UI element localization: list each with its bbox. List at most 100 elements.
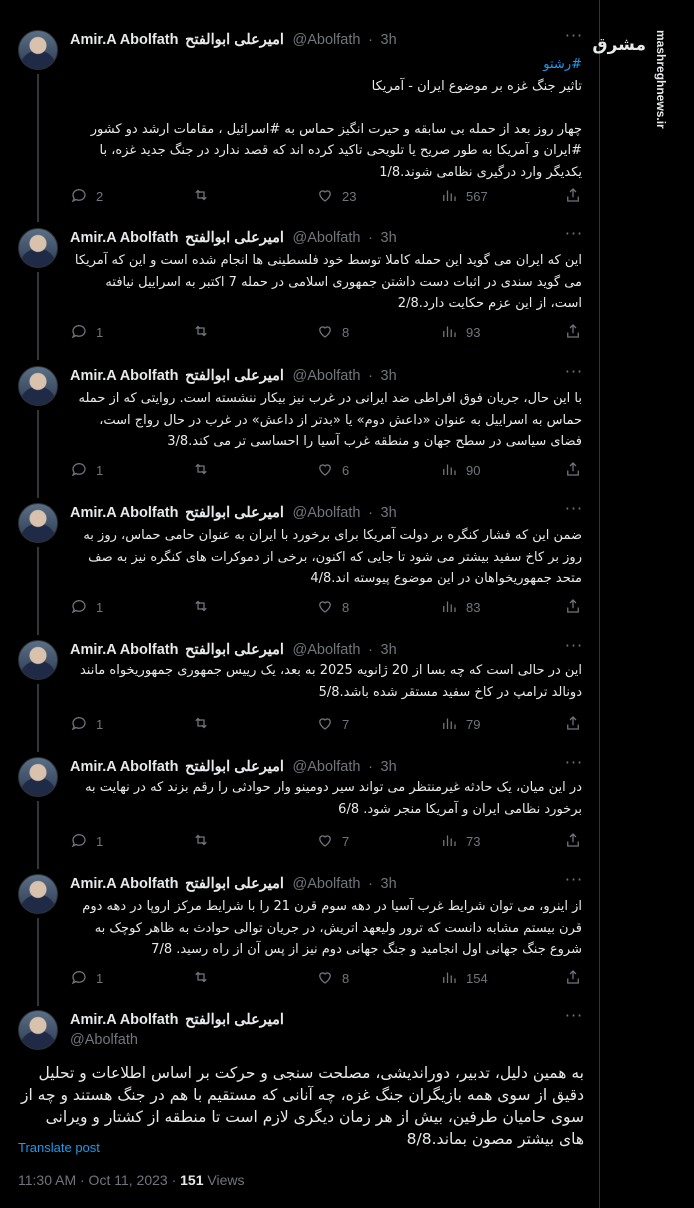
author-handle[interactable]: @Abolfath [293,505,361,521]
avatar[interactable] [18,874,58,914]
author-name[interactable]: Amir.A Abolfath [70,642,178,658]
author-name[interactable]: Amir.A Abolfath [70,876,178,892]
tweet-time[interactable]: 3h [381,368,397,384]
retweet-button[interactable] [192,968,218,988]
more-icon[interactable]: ··· [564,1008,584,1030]
share-button[interactable] [564,597,582,617]
tweet-time[interactable]: 3h [381,642,397,658]
like-button[interactable]: 23 [316,186,356,206]
author-name[interactable]: Amir.A Abolfath [70,230,178,246]
more-icon[interactable]: ··· [564,226,584,248]
like-button[interactable]: 8 [316,322,349,342]
like-button[interactable]: 7 [316,831,349,851]
author-handle[interactable]: @Abolfath [293,230,361,246]
share-button[interactable] [564,322,582,342]
share-button[interactable] [564,968,582,988]
author-handle[interactable]: @Abolfath [70,1032,138,1048]
views-button[interactable]: 79 [440,714,480,734]
tweet-header: Amir.A Abolfath امیرعلی ابوالفتح @Abolfa… [70,228,590,248]
author-name-fa[interactable]: امیرعلی ابوالفتح [185,230,284,246]
avatar[interactable] [18,366,58,406]
author-handle[interactable]: @Abolfath [293,876,361,892]
reply-button[interactable]: 1 [70,714,103,734]
reply-button[interactable]: 2 [70,186,103,206]
author-name-fa[interactable]: امیرعلی ابوالفتح [185,32,284,48]
author-name-fa[interactable]: امیرعلی ابوالفتح [185,1012,284,1028]
avatar[interactable] [18,228,58,268]
retweet-button[interactable] [192,597,218,617]
more-icon[interactable]: ··· [564,872,584,894]
retweet-button[interactable] [192,831,218,851]
author-name-fa[interactable]: امیرعلی ابوالفتح [185,876,284,892]
views-button[interactable]: 93 [440,322,480,342]
reply-icon [70,597,88,618]
hashtag-link[interactable]: #رشتو [70,54,582,76]
translate-link[interactable]: Translate post [18,1140,100,1155]
avatar[interactable] [18,30,58,70]
author-name[interactable]: Amir.A Abolfath [70,759,178,775]
retweet-button[interactable] [192,714,218,734]
views-label: Views [203,1172,245,1188]
more-icon[interactable]: ··· [564,638,584,660]
reply-button[interactable]: 1 [70,597,103,617]
author-name-fa[interactable]: امیرعلی ابوالفتح [185,759,284,775]
tweet-time[interactable]: 3h [381,505,397,521]
retweet-button[interactable] [192,186,218,206]
retweet-button[interactable] [192,460,218,480]
views-button[interactable]: 567 [440,186,488,206]
author-name[interactable]: Amir.A Abolfath [70,32,178,48]
tweet-time[interactable]: 3h [381,759,397,775]
tweet-line: این در حالی است که چه بسا از 20 ژانویه 2… [79,663,582,700]
author-name[interactable]: Amir.A Abolfath [70,505,178,521]
views-button[interactable]: 90 [440,460,480,480]
share-button[interactable] [564,460,582,480]
reply-button[interactable]: 1 [70,460,103,480]
author-name-fa[interactable]: امیرعلی ابوالفتح [185,368,284,384]
author-handle[interactable]: @Abolfath [293,32,361,48]
tweet-line [70,97,582,119]
tweet-time[interactable]: 3h [381,230,397,246]
like-button[interactable]: 6 [316,460,349,480]
share-button[interactable] [564,714,582,734]
author-name[interactable]: Amir.A Abolfath [70,1012,178,1028]
separator-dot: · [368,759,373,775]
like-button[interactable]: 8 [316,968,349,988]
views-button[interactable]: 154 [440,968,488,988]
author-handle[interactable]: @Abolfath [293,759,361,775]
more-icon[interactable]: ··· [564,364,584,386]
author-handle[interactable]: @Abolfath [293,368,361,384]
like-count: 7 [342,716,350,732]
tweet-time[interactable]: 3h [381,32,397,48]
reply-count: 1 [96,599,104,615]
avatar[interactable] [18,1010,58,1050]
retweet-button[interactable] [192,322,218,342]
reply-button[interactable]: 1 [70,831,103,851]
author-name-fa[interactable]: امیرعلی ابوالفتح [185,642,284,658]
author-name-fa[interactable]: امیرعلی ابوالفتح [185,505,284,521]
avatar[interactable] [18,503,58,543]
like-button[interactable]: 7 [316,714,349,734]
more-icon[interactable]: ··· [564,28,584,50]
share-button[interactable] [564,831,582,851]
tweet-time[interactable]: 3h [381,876,397,892]
reply-button[interactable]: 1 [70,968,103,988]
tweet-actions: 1 8 93 [70,322,582,342]
share-button[interactable] [564,186,582,206]
avatar[interactable] [18,640,58,680]
watermark-logo: مشرق [592,35,646,55]
views-button[interactable]: 83 [440,597,480,617]
views-button[interactable]: 73 [440,831,480,851]
tweet-text: ضمن این که فشار کنگره بر دولت آمریکا برا… [70,525,582,590]
author-name[interactable]: Amir.A Abolfath [70,368,178,384]
author-handle[interactable]: @Abolfath [293,642,361,658]
tweet-actions: 1 6 90 [70,460,582,480]
reply-icon [70,460,88,481]
like-button[interactable]: 8 [316,597,349,617]
more-icon[interactable]: ··· [564,755,584,777]
separator-dot: · [368,505,373,521]
more-icon[interactable]: ··· [564,501,584,523]
reply-button[interactable]: 1 [70,322,103,342]
timestamp[interactable]: 11:30 AM · Oct 11, 2023 · [18,1172,180,1188]
avatar[interactable] [18,757,58,797]
tweet-line: تاثیر جنگ غزه بر موضوع ایران - آمریکا [371,78,582,94]
